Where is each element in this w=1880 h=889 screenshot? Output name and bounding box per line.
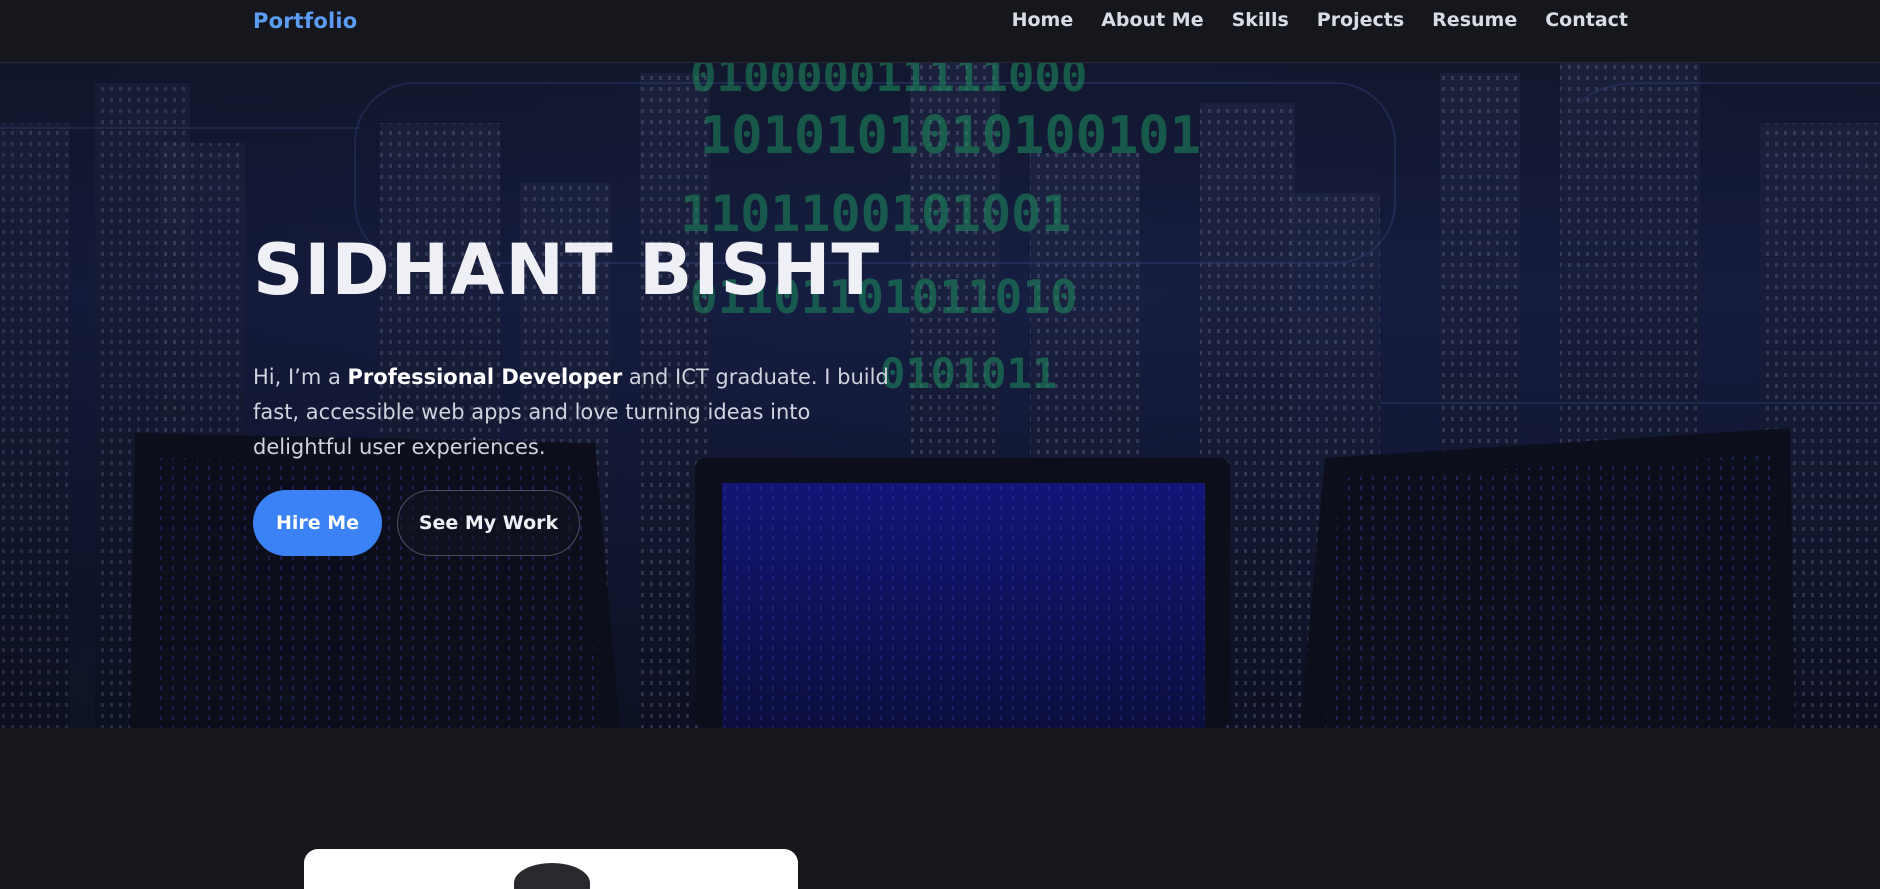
avatar	[514, 863, 590, 889]
intro-highlight: Professional Developer	[347, 365, 623, 389]
hero-name-heading: SIDHANT BISHT	[253, 229, 881, 311]
hero-section: 010000011111000 1010101010100101 1101100…	[0, 63, 1880, 728]
nav-link-contact[interactable]: Contact	[1545, 9, 1628, 31]
profile-photo-card	[304, 849, 798, 889]
nav-link-home[interactable]: Home	[1012, 9, 1074, 31]
nav-link-about-me[interactable]: About Me	[1101, 9, 1203, 31]
nav-link-skills[interactable]: Skills	[1232, 9, 1289, 31]
top-navbar: Portfolio Home About Me Skills Projects …	[0, 0, 1880, 63]
nav-link-resume[interactable]: Resume	[1432, 9, 1517, 31]
hero-intro-text: Hi, I’m a Professional Developer and ICT…	[253, 360, 913, 465]
intro-prefix: Hi, I’m a	[253, 365, 348, 389]
nav-links: Home About Me Skills Projects Resume Con…	[1012, 9, 1628, 31]
see-my-work-button[interactable]: See My Work	[397, 490, 580, 556]
hire-me-button[interactable]: Hire Me	[253, 490, 382, 556]
brand-logo-link[interactable]: Portfolio	[253, 9, 357, 33]
nav-link-projects[interactable]: Projects	[1317, 9, 1404, 31]
